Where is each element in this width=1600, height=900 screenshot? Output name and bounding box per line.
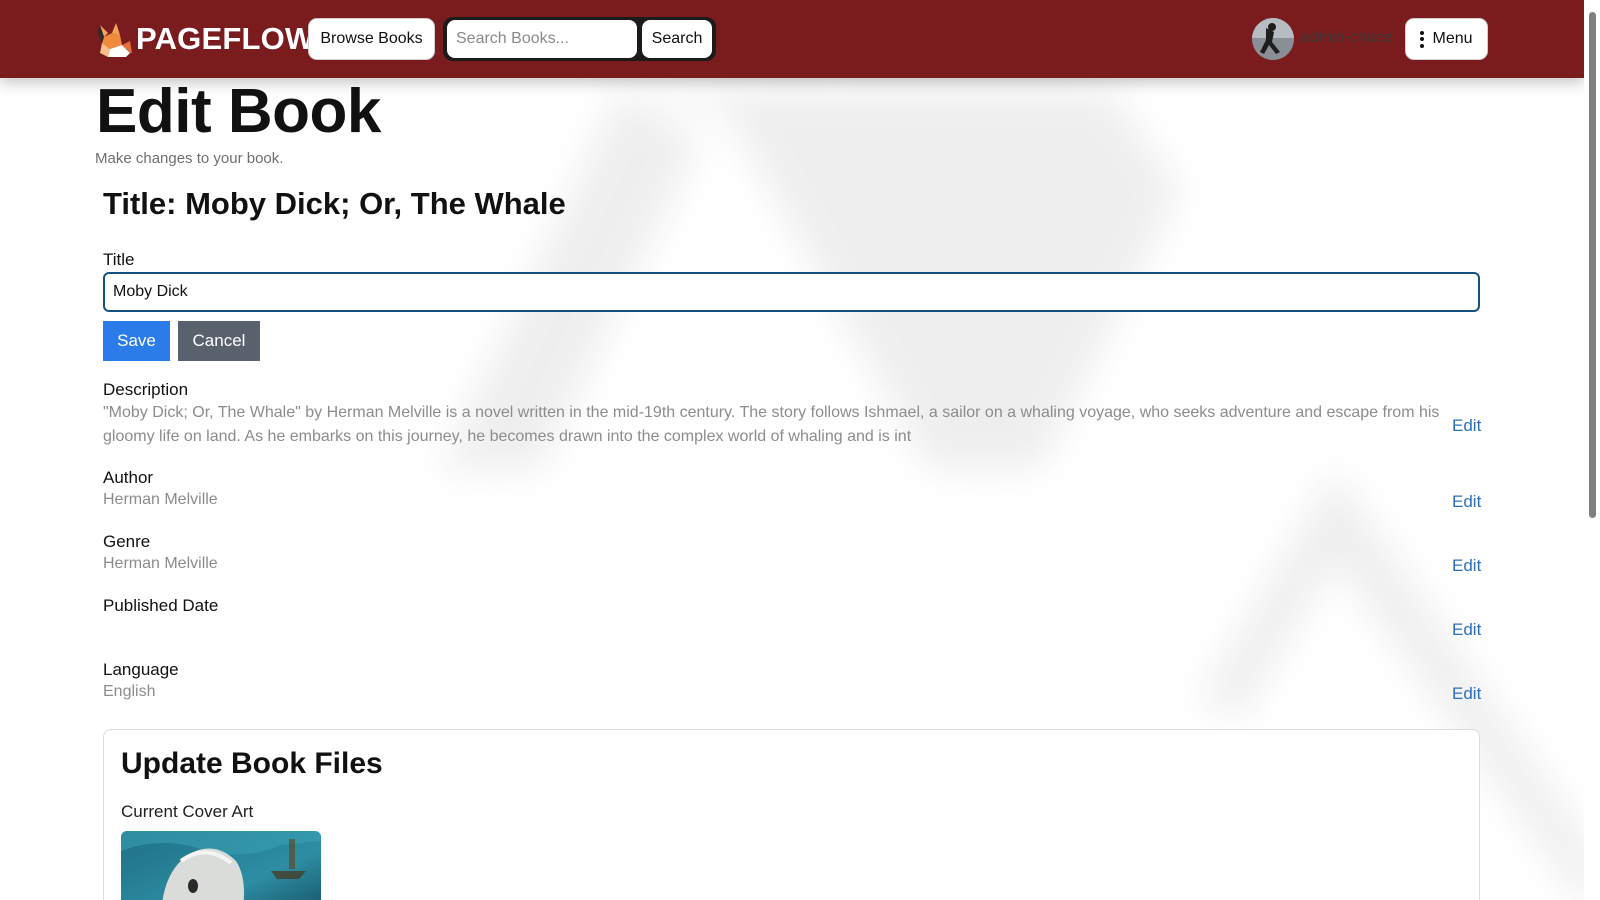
author-value: Herman Melville [103, 491, 218, 508]
kebab-menu-icon [1420, 30, 1425, 48]
search-input[interactable] [447, 20, 637, 58]
files-card-title: Update Book Files [121, 747, 383, 780]
page-subtitle: Make changes to your book. [95, 150, 284, 167]
update-files-card: Update Book Files Current Cover Art [103, 729, 1480, 900]
page-title: Edit Book [96, 77, 381, 146]
edit-genre-link[interactable]: Edit [1452, 556, 1481, 576]
language-value: English [103, 683, 156, 700]
genre-label: Genre [103, 532, 151, 551]
whale-cover-illustration [121, 831, 321, 900]
description-label: Description [103, 380, 189, 399]
edit-author-link[interactable]: Edit [1452, 492, 1481, 512]
cancel-button[interactable]: Cancel [178, 321, 260, 361]
edit-description-link[interactable]: Edit [1452, 416, 1481, 436]
menu-label: Menu [1432, 30, 1473, 47]
scrollbar-thumb[interactable] [1589, 12, 1596, 518]
title-input[interactable] [103, 272, 1480, 312]
menu-button[interactable]: Menu [1405, 18, 1488, 60]
top-navbar: PAGEFLOW Browse Books Search admin-chace… [0, 0, 1584, 78]
user-avatar-icon [1252, 18, 1294, 60]
language-label: Language [103, 660, 179, 679]
brand[interactable]: PAGEFLOW [96, 18, 314, 60]
search-button[interactable]: Search [642, 20, 712, 58]
avatar[interactable] [1252, 18, 1294, 60]
search-group: Search [443, 17, 716, 61]
genre-value: Herman Melville [103, 555, 218, 572]
edit-language-link[interactable]: Edit [1452, 684, 1481, 704]
cover-art-label: Current Cover Art [121, 802, 254, 821]
author-label: Author [103, 468, 154, 487]
username[interactable]: admin-chace [1301, 29, 1393, 47]
browse-books-button[interactable]: Browse Books [308, 18, 435, 60]
edit-published-date-link[interactable]: Edit [1452, 620, 1481, 640]
book-title-heading: Title: Moby Dick; Or, The Whale [103, 186, 566, 221]
save-button[interactable]: Save [103, 321, 170, 361]
title-label: Title [103, 250, 135, 269]
brand-name: PAGEFLOW [136, 21, 315, 56]
cover-art-image [121, 831, 321, 900]
fox-logo-icon [98, 23, 132, 57]
description-value: "Moby Dick; Or, The Whale" by Herman Mel… [103, 404, 1440, 445]
published-date-label: Published Date [103, 596, 219, 615]
